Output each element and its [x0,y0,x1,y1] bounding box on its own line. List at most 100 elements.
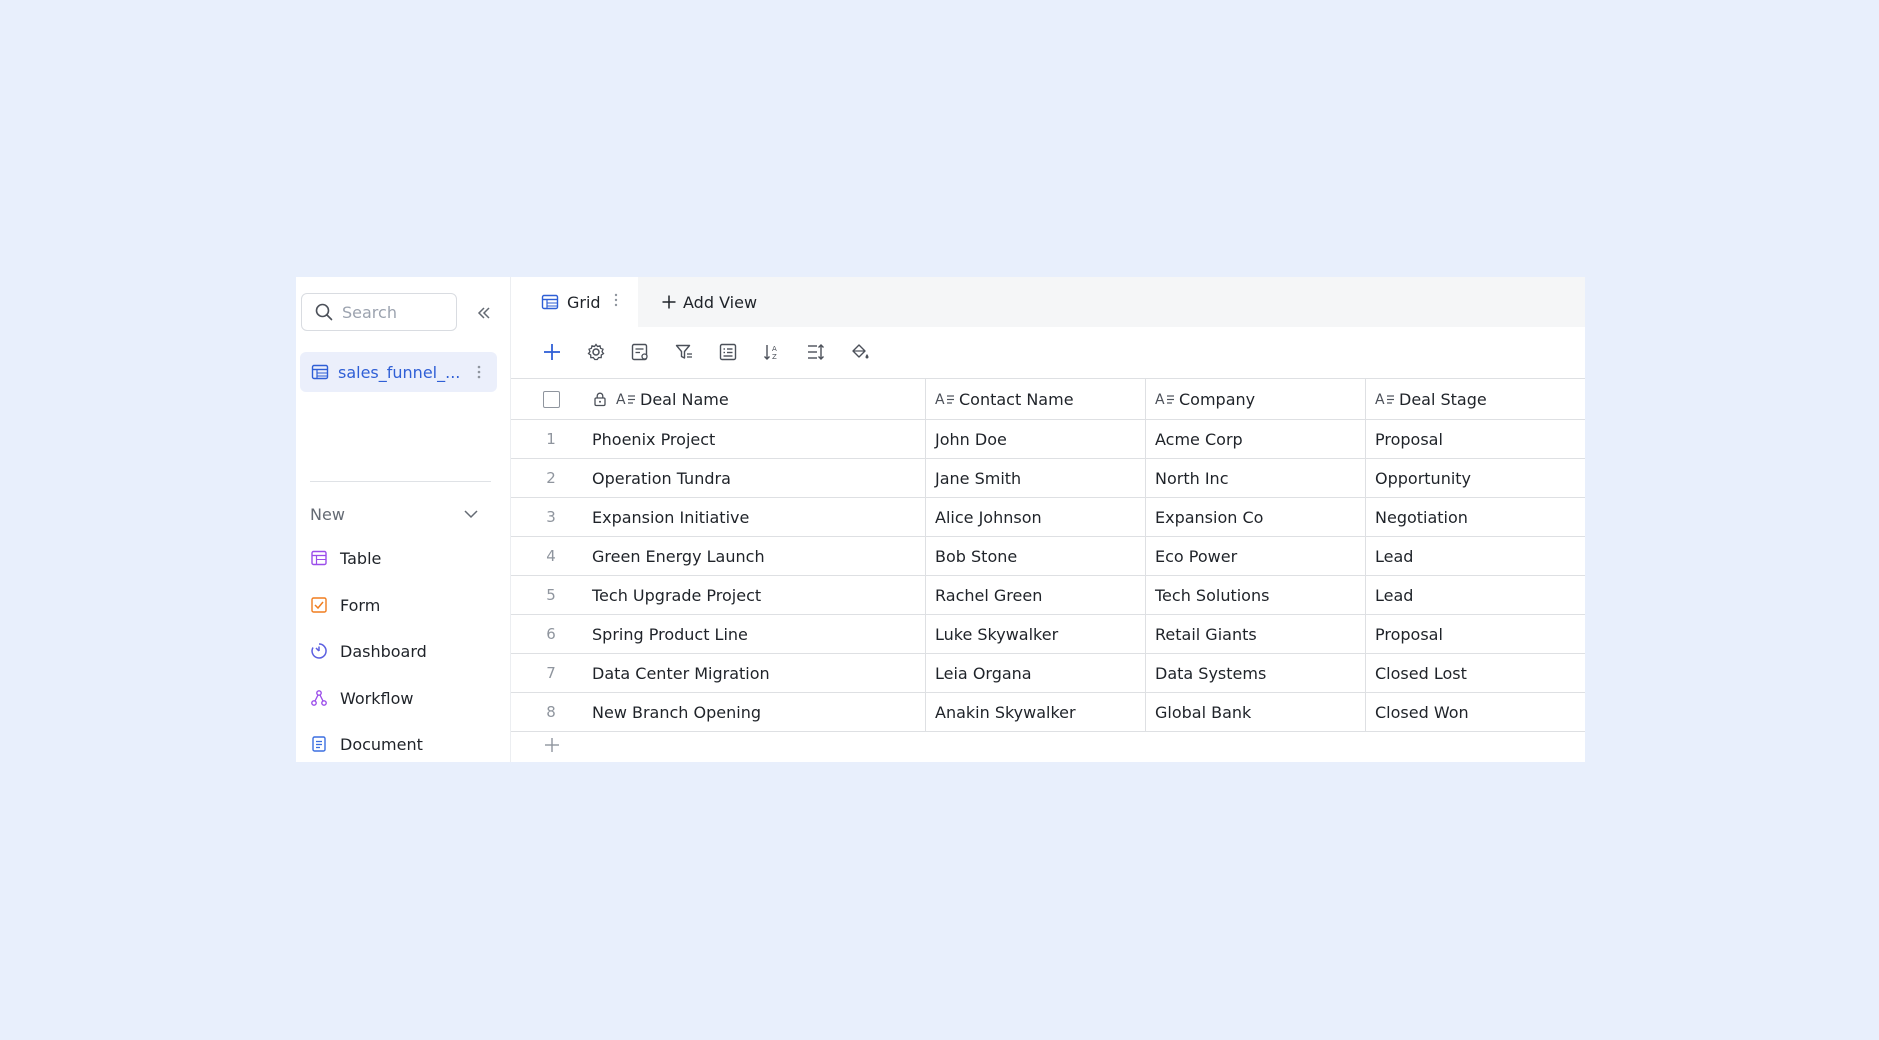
svg-text:A: A [1375,392,1385,408]
text-field-icon: A [1155,392,1174,408]
column-header-deal-stage[interactable]: A Deal Stage [1365,379,1585,419]
svg-text:A: A [1155,392,1165,408]
column-header-label: Contact Name [959,389,1074,409]
group-button[interactable] [717,341,739,363]
cell-deal-stage[interactable]: Closed Lost [1365,654,1585,692]
search-box[interactable] [301,293,457,331]
select-all-checkbox[interactable] [542,390,560,408]
cell-company[interactable]: North Inc [1145,459,1365,497]
tab-label: Grid [567,292,601,312]
cell-company[interactable]: Global Bank [1145,693,1365,731]
add-record-button[interactable] [541,341,563,363]
cell-deal-stage[interactable]: Negotiation [1365,498,1585,536]
table-row[interactable]: 4 Green Energy Launch Bob Stone Eco Powe… [511,537,1585,576]
cell-contact-name[interactable]: Rachel Green [925,576,1145,614]
column-header-label: Deal Stage [1399,389,1487,409]
table-row[interactable]: 2 Operation Tundra Jane Smith North Inc … [511,459,1585,498]
filter-button[interactable] [673,341,695,363]
grid-table-icon [311,364,329,380]
cell-deal-name[interactable]: Data Center Migration [591,654,925,692]
collapse-sidebar-button[interactable] [472,301,496,325]
create-table-button[interactable]: Table [310,543,381,573]
cell-company[interactable]: Data Systems [1145,654,1365,692]
cell-deal-name[interactable]: New Branch Opening [591,693,925,731]
create-document-button[interactable]: Document [310,729,423,759]
table-row[interactable]: 3 Expansion Initiative Alice Johnson Exp… [511,498,1585,537]
cell-contact-name[interactable]: Leia Organa [925,654,1145,692]
row-height-button[interactable] [805,341,827,363]
new-section-label: New [310,504,345,524]
create-item-label: Table [340,548,382,568]
row-index: 8 [546,703,556,721]
text-field-icon: A [616,392,635,408]
cell-deal-name[interactable]: Tech Upgrade Project [591,576,925,614]
data-grid: A Deal Name A Contact Name A Company A D… [511,378,1585,732]
create-item-label: Form [340,595,381,615]
cell-contact-name[interactable]: John Doe [925,420,1145,458]
add-row-button[interactable] [541,734,563,756]
sidebar-item-label: sales_funnel_... [338,362,461,382]
cell-deal-name[interactable]: Spring Product Line [591,615,925,653]
column-header-company[interactable]: A Company [1145,379,1365,419]
new-section-toggle[interactable]: New [310,499,480,529]
search-icon [315,303,333,321]
table-row[interactable]: 5 Tech Upgrade Project Rachel Green Tech… [511,576,1585,615]
table-row[interactable]: 6 Spring Product Line Luke Skywalker Ret… [511,615,1585,654]
cell-company[interactable]: Expansion Co [1145,498,1365,536]
sidebar-item-sales-funnel[interactable]: sales_funnel_... [300,352,497,392]
plus-icon [544,344,560,360]
cell-deal-stage[interactable]: Lead [1365,537,1585,575]
cell-deal-stage[interactable]: Closed Won [1365,693,1585,731]
cell-company[interactable]: Acme Corp [1145,420,1365,458]
gear-icon [587,343,605,361]
cell-deal-stage[interactable]: Opportunity [1365,459,1585,497]
row-height-icon [808,344,824,360]
cell-deal-stage[interactable]: Proposal [1365,420,1585,458]
cell-deal-name[interactable]: Green Energy Launch [591,537,925,575]
create-item-label: Workflow [340,688,414,708]
column-header-deal-name[interactable]: A Deal Name [591,379,925,419]
cell-deal-name[interactable]: Expansion Initiative [591,498,925,536]
create-workflow-button[interactable]: Workflow [310,683,413,713]
view-settings-button[interactable] [585,341,607,363]
svg-text:A: A [616,392,626,408]
table-row[interactable]: 8 New Branch Opening Anakin Skywalker Gl… [511,693,1585,732]
document-icon [312,736,326,752]
cell-deal-stage[interactable]: Proposal [1365,615,1585,653]
cell-deal-name[interactable]: Operation Tundra [591,459,925,497]
cell-deal-stage[interactable]: Lead [1365,576,1585,614]
column-header-contact-name[interactable]: A Contact Name [925,379,1145,419]
cell-contact-name[interactable]: Jane Smith [925,459,1145,497]
cell-contact-name[interactable]: Luke Skywalker [925,615,1145,653]
sort-button[interactable]: AZ [761,341,783,363]
field-settings-button[interactable] [629,341,651,363]
table-row[interactable]: 1 Phoenix Project John Doe Acme Corp Pro… [511,420,1585,459]
more-options-icon[interactable] [471,362,487,386]
cell-company[interactable]: Retail Giants [1145,615,1365,653]
lock-icon [594,392,606,407]
tab-grid[interactable]: Grid [511,277,638,327]
table-row[interactable]: 7 Data Center Migration Leia Organa Data… [511,654,1585,693]
add-view-label: Add View [683,292,758,312]
view-tab-bar: Grid Add View [511,277,1585,327]
cell-deal-name[interactable]: Phoenix Project [591,420,925,458]
plus-icon [662,295,676,309]
cell-company[interactable]: Tech Solutions [1145,576,1365,614]
paint-bucket-icon [852,344,869,359]
chevron-down-icon [464,510,478,519]
select-all-cell [511,379,591,419]
color-rule-button[interactable] [849,341,871,363]
cell-contact-name[interactable]: Anakin Skywalker [925,693,1145,731]
table-icon [311,550,327,566]
cell-contact-name[interactable]: Alice Johnson [925,498,1145,536]
sidebar: sales_funnel_... New Table Form Dashboar… [296,277,511,762]
create-form-button[interactable]: Form [310,590,380,620]
create-dashboard-button[interactable]: Dashboard [310,636,427,666]
add-view-button[interactable]: Add View [661,277,757,327]
tab-more-icon[interactable] [613,292,619,312]
svg-text:A: A [772,345,777,353]
search-input[interactable] [342,302,452,322]
cell-contact-name[interactable]: Bob Stone [925,537,1145,575]
double-chevron-left-icon [477,307,490,319]
cell-company[interactable]: Eco Power [1145,537,1365,575]
